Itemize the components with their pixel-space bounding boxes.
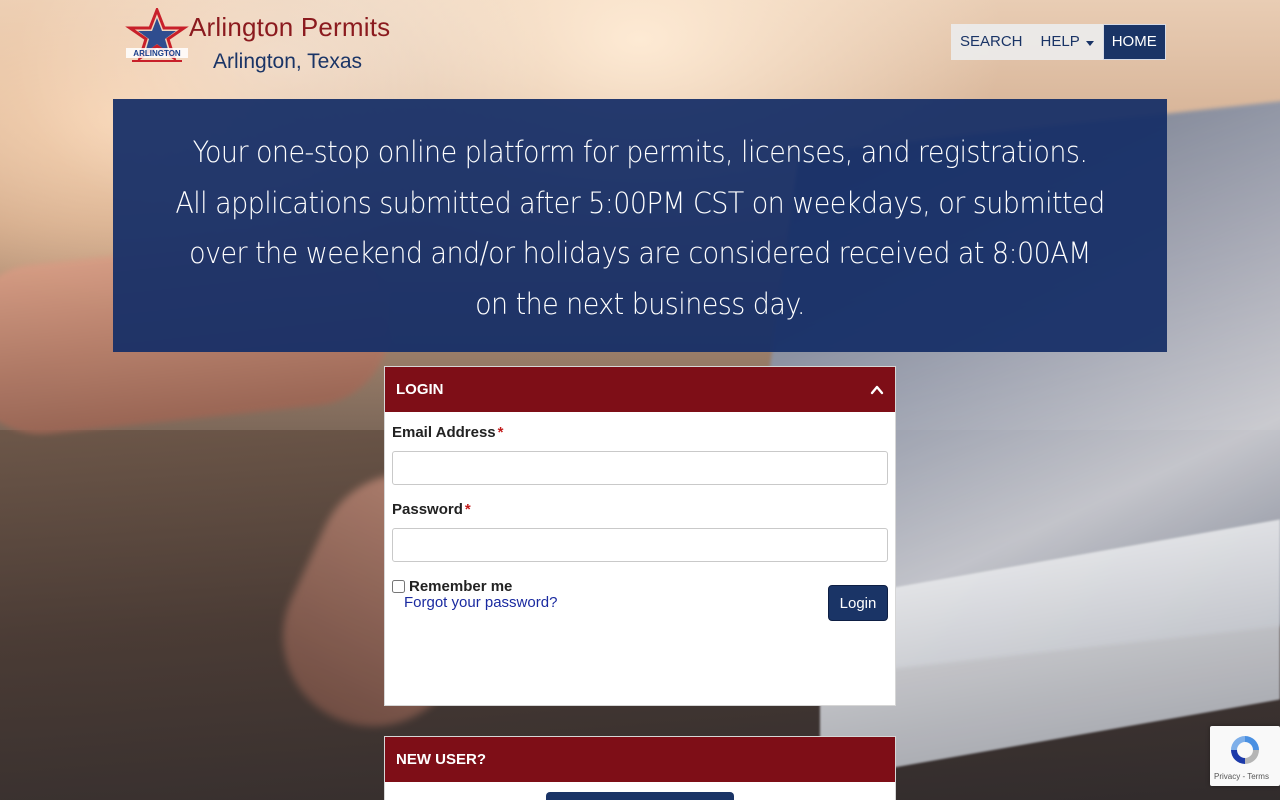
banner-line-1: Your one-stop online platform for permit… [192,135,1088,169]
recaptcha-icon [1231,736,1259,764]
login-button[interactable]: Login [828,585,888,621]
new-user-panel-header[interactable]: NEW USER? [385,737,895,782]
password-label-text: Password [392,501,463,518]
top-nav: SEARCH HELP HOME [951,24,1166,60]
nav-help-dropdown[interactable]: HELP [1032,24,1103,60]
new-user-panel: NEW USER? [384,736,896,800]
recaptcha-badge[interactable]: Privacy - Terms [1210,726,1280,786]
banner-line-2: All applications submitted after 5:00PM … [175,185,1105,321]
site-subtitle: Arlington, Texas [213,50,363,73]
login-form: Email Address * Password * Remember me [385,412,895,595]
email-label: Email Address * [392,424,888,441]
nav-help-label: HELP [1040,33,1080,50]
nav-search[interactable]: SEARCH [951,24,1032,60]
site-title[interactable]: Arlington Permits [189,12,390,43]
password-label: Password * [392,501,888,518]
forgot-password-link[interactable]: Forgot your password? [404,594,557,611]
new-user-panel-title: NEW USER? [396,751,486,768]
login-panel: LOGIN Email Address * Password * Remember … [384,366,896,706]
password-required-mark: * [464,501,471,518]
email-label-text: Email Address [392,424,496,441]
nav-home-label: HOME [1111,33,1157,50]
nav-home[interactable]: HOME [1102,24,1166,60]
login-actions: Forgot your password? Login [392,585,888,621]
login-panel-header[interactable]: LOGIN [385,367,895,412]
arlington-star-logo-icon[interactable]: ARLINGTON [124,5,190,66]
login-panel-title: LOGIN [396,381,444,398]
password-input[interactable] [392,528,888,562]
svg-text:ARLINGTON: ARLINGTON [133,49,181,58]
caret-down-icon [1085,40,1094,46]
site-header: ARLINGTON Arlington Permits Arlington, T… [0,0,1280,99]
info-banner: Your one-stop online platform for permit… [113,99,1167,352]
email-input[interactable] [392,451,888,485]
register-button[interactable] [546,792,734,800]
chevron-up-icon[interactable] [870,383,884,397]
email-required-mark: * [497,424,504,441]
recaptcha-terms[interactable]: Privacy - Terms [1214,772,1269,781]
nav-search-label: SEARCH [960,33,1023,50]
